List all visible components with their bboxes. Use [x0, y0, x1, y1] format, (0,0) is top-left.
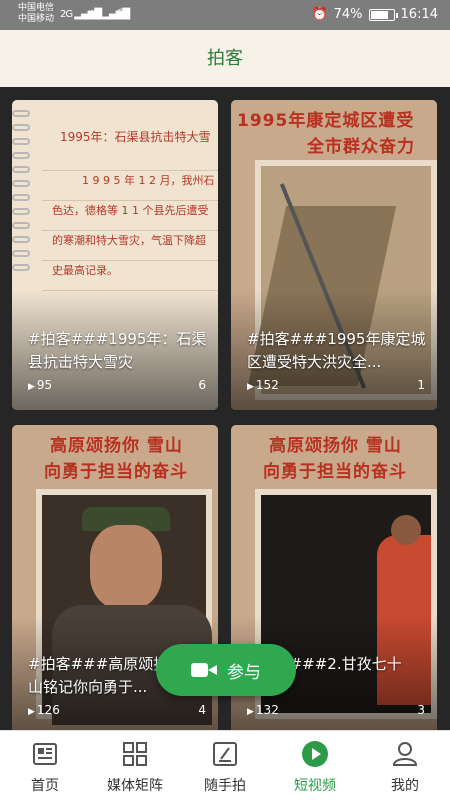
- play-icon: ▶: [247, 382, 254, 392]
- play-icon: ▶: [247, 707, 254, 717]
- edit-icon: [180, 739, 270, 769]
- video-card[interactable]: 1995年：石渠县抗击特大雪 1 9 9 5 年 1 2 月，我州石 色达，德格…: [12, 100, 218, 410]
- participate-label: 参与: [227, 662, 261, 683]
- thumb-text: 1995年：石渠县抗击特大雪: [60, 130, 211, 144]
- play-count-value: 126: [36, 703, 60, 717]
- wifi-icon: ◠: [116, 6, 127, 21]
- play-count-value: 132: [255, 703, 279, 717]
- participate-button[interactable]: 参与: [156, 644, 296, 696]
- nav-label: 媒体矩阵: [107, 778, 163, 794]
- battery-percent: 74%: [333, 7, 363, 22]
- comment-count: 3: [417, 703, 425, 717]
- nav-mine[interactable]: 我的: [360, 731, 450, 800]
- play-count: ▶ 95: [28, 378, 52, 392]
- battery-icon: [368, 8, 398, 21]
- play-circle-icon: [270, 739, 360, 769]
- person-icon: [360, 739, 450, 769]
- thumb-text: 1995年康定城区遭受: [237, 111, 415, 131]
- carrier-1: 中国电信: [18, 3, 55, 13]
- notebook-rings: [12, 110, 32, 278]
- carrier-2: 中国移动: [18, 14, 55, 24]
- header: 拍客: [0, 30, 450, 87]
- thumb-text: 色达，德格等 1 1 个县先后遭受: [52, 204, 209, 217]
- thumb-text: 高原颂扬你 雪山: [50, 436, 183, 456]
- network-2-label: 4G: [88, 9, 101, 20]
- nav-home[interactable]: 首页: [0, 731, 90, 800]
- nav-media-matrix[interactable]: 媒体矩阵: [90, 731, 180, 800]
- home-news-icon: [0, 739, 90, 769]
- video-camera-icon: [191, 661, 217, 679]
- alarm-icon: ⏰: [311, 7, 328, 22]
- thumb-text: 高原颂扬你 雪山: [269, 436, 402, 456]
- thumb-text: 史最高记录。: [52, 264, 118, 277]
- nav-short-video[interactable]: 短视频: [270, 731, 360, 800]
- card-title: #拍客###1995年：石渠县抗击特大雪灾: [28, 330, 207, 371]
- grid-icon: [90, 739, 180, 769]
- play-count-value: 152: [255, 378, 279, 392]
- play-count-value: 95: [36, 378, 53, 392]
- carrier-info: 中国电信 中国移动: [18, 3, 54, 25]
- nav-label: 随手拍: [204, 778, 246, 794]
- page-title: 拍客: [207, 48, 243, 69]
- status-right: ⏰ 74% 16:14: [311, 7, 438, 22]
- network-1-label: 2G: [60, 9, 73, 20]
- play-count: ▶ 126: [28, 703, 60, 717]
- nav-label: 首页: [31, 778, 59, 794]
- nav-label: 短视频: [294, 778, 336, 794]
- clock: 16:14: [400, 7, 438, 22]
- video-card[interactable]: 1995年康定城区遭受 全市群众奋力 #拍客###1995年康定城区遭受特大洪灾…: [231, 100, 437, 410]
- thumb-text: 向勇于担当的奋斗: [44, 462, 188, 482]
- play-count: ▶ 152: [247, 378, 279, 392]
- card-title: #拍客###1995年康定城区遭受特大洪灾全...: [247, 330, 426, 371]
- comment-count: 1: [417, 378, 425, 392]
- comment-count: 4: [198, 703, 206, 717]
- bottom-nav: 首页 媒体矩阵 随手拍 短视频 我的: [0, 730, 450, 800]
- play-icon: ▶: [28, 382, 35, 392]
- video-grid[interactable]: 1995年：石渠县抗击特大雪 1 9 9 5 年 1 2 月，我州石 色达，德格…: [0, 87, 450, 730]
- thumb-text: 向勇于担当的奋斗: [263, 462, 407, 482]
- comment-count: 6: [198, 378, 206, 392]
- play-count: ▶ 132: [247, 703, 279, 717]
- nav-snapshot[interactable]: 随手拍: [180, 731, 270, 800]
- thumb-text: 的寒潮和特大雪灾，气温下降超: [52, 234, 206, 247]
- play-icon: ▶: [28, 707, 35, 717]
- thumb-text: 全市群众奋力: [307, 137, 415, 157]
- status-bar: 中国电信 中国移动 2G ▂▄▆█ 4G ▂▄▆█ ◠ ⏰ 74% 16:14: [0, 0, 450, 30]
- nav-label: 我的: [391, 778, 419, 794]
- thumb-text: 1 9 9 5 年 1 2 月，我州石: [82, 174, 215, 187]
